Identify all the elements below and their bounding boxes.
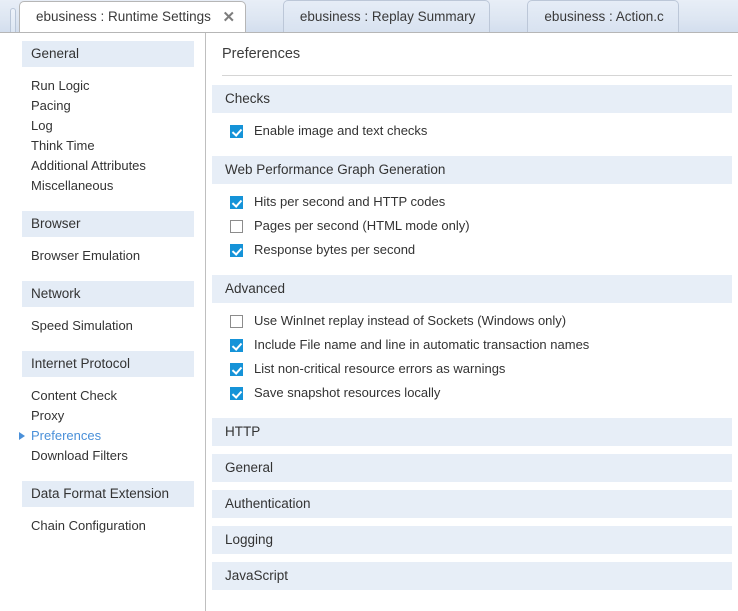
section-header-web-performance-graph-generation[interactable]: Web Performance Graph Generation [212, 156, 732, 184]
sidebar-group-items: Chain Configuration [0, 507, 205, 536]
sidebar-item-label: Think Time [31, 138, 95, 153]
sidebar-item-label: Run Logic [31, 78, 90, 93]
sidebar-item-label: Proxy [31, 408, 65, 423]
option-list: Use WinInet replay instead of Sockets (W… [206, 303, 738, 410]
tab-label: ebusiness : Replay Summary [299, 8, 476, 24]
option-label: Use WinInet replay instead of Sockets (W… [254, 313, 567, 328]
option-row[interactable]: Include File name and line in automatic … [206, 333, 738, 357]
sidebar-group-header-general: General [22, 41, 194, 67]
tab-label: ebusiness : Action.c [544, 8, 664, 24]
section-header-checks[interactable]: Checks [212, 85, 732, 113]
sidebar-item-label: Preferences [31, 428, 102, 443]
checkbox-checked-icon[interactable] [230, 338, 243, 352]
sidebar-item-label: Log [31, 118, 53, 133]
checkbox-checked-icon[interactable] [230, 386, 243, 400]
sidebar-item-miscellaneous[interactable]: Miscellaneous [0, 176, 205, 196]
option-row[interactable]: Pages per second (HTML mode only) [206, 214, 738, 238]
tab-2[interactable]: ebusiness : Replay Summary [282, 0, 491, 32]
checkbox-checked-icon[interactable] [230, 362, 243, 376]
tab-strip-left-stub [10, 8, 16, 32]
tab-1[interactable]: ebusiness : Runtime Settings ✕ [19, 1, 246, 32]
sidebar-item-speed-simulation[interactable]: Speed Simulation [0, 316, 205, 336]
sidebar-item-label: Chain Configuration [31, 518, 146, 533]
sidebar-group-header-data-format-extension: Data Format Extension [22, 481, 194, 507]
preferences-panel: Preferences Checks Enable image and text … [206, 33, 738, 611]
sidebar-item-additional-attributes[interactable]: Additional Attributes [0, 156, 205, 176]
settings-category-sidebar: General Run Logic Pacing Log Think Time Addit… [0, 33, 206, 611]
sidebar-group-items: Speed Simulation [0, 307, 205, 336]
option-label: Pages per second (HTML mode only) [254, 218, 470, 233]
caret-right-icon [19, 432, 25, 440]
sidebar-item-label: Content Check [31, 388, 117, 403]
workspace: General Run Logic Pacing Log Think Time Addit… [0, 33, 738, 611]
option-label: Enable image and text checks [254, 123, 428, 138]
section-header-authentication[interactable]: Authentication [212, 490, 732, 518]
sidebar-group-header-browser: Browser [22, 211, 194, 237]
sidebar-item-label: Download Filters [31, 448, 128, 463]
page-title: Preferences [222, 46, 301, 62]
sidebar-group-items: Run Logic Pacing Log Think Time Additional A… [0, 67, 205, 196]
sidebar-item-log[interactable]: Log [0, 116, 205, 136]
sidebar-item-run-logic[interactable]: Run Logic [0, 76, 205, 96]
sidebar-item-pacing[interactable]: Pacing [0, 96, 205, 116]
option-row[interactable]: Use WinInet replay instead of Sockets (W… [206, 309, 738, 333]
section-header-logging[interactable]: Logging [212, 526, 732, 554]
sidebar-item-content-check[interactable]: Content Check [0, 386, 205, 406]
title-divider [222, 75, 732, 76]
sidebar-item-preferences[interactable]: Preferences [0, 426, 205, 446]
tab-3[interactable]: ebusiness : Action.c [527, 0, 679, 32]
checkbox-checked-icon[interactable] [230, 124, 243, 138]
option-row[interactable]: Enable image and text checks [206, 119, 738, 143]
sidebar-item-think-time[interactable]: Think Time [0, 136, 205, 156]
option-list: Hits per second and HTTP codes Pages per … [206, 184, 738, 267]
section-header-advanced[interactable]: Advanced [212, 275, 732, 303]
option-label: Hits per second and HTTP codes [254, 194, 446, 209]
tab-label: ebusiness : Runtime Settings [36, 9, 211, 25]
section-header-javascript[interactable]: JavaScript [212, 562, 732, 590]
option-row[interactable]: Response bytes per second [206, 238, 738, 262]
sidebar-item-label: Additional Attributes [31, 158, 146, 173]
checkbox-unchecked-icon[interactable] [230, 219, 243, 233]
tab-bar: ebusiness : Runtime Settings ✕ ebusiness :… [0, 0, 738, 33]
section-header-http[interactable]: HTTP [212, 418, 732, 446]
sidebar-group-items: Browser Emulation [0, 237, 205, 266]
sidebar-item-label: Speed Simulation [31, 318, 133, 333]
sidebar-group-items: Content Check Proxy Preferences Download Fi… [0, 377, 205, 466]
sidebar-item-proxy[interactable]: Proxy [0, 406, 205, 426]
sidebar-item-label: Pacing [31, 98, 71, 113]
sidebar-item-chain-configuration[interactable]: Chain Configuration [0, 516, 205, 536]
checkbox-checked-icon[interactable] [230, 195, 243, 209]
option-row[interactable]: List non-critical resource errors as war… [206, 357, 738, 381]
sidebar-group-header-network: Network [22, 281, 194, 307]
option-label: Include File name and line in automatic … [254, 337, 590, 352]
sidebar-item-browser-emulation[interactable]: Browser Emulation [0, 246, 205, 266]
sidebar-group-header-internet-protocol: Internet Protocol [22, 351, 194, 377]
option-label: Response bytes per second [254, 242, 416, 257]
checkbox-checked-icon[interactable] [230, 243, 243, 257]
checkbox-unchecked-icon[interactable] [230, 314, 243, 328]
close-icon[interactable]: ✕ [221, 9, 237, 25]
sidebar-item-download-filters[interactable]: Download Filters [0, 446, 205, 466]
section-header-general[interactable]: General [212, 454, 732, 482]
option-label: Save snapshot resources locally [254, 385, 441, 400]
option-row[interactable]: Save snapshot resources locally [206, 381, 738, 405]
option-label: List non-critical resource errors as war… [254, 361, 506, 376]
option-list: Enable image and text checks [206, 113, 738, 148]
option-row[interactable]: Hits per second and HTTP codes [206, 190, 738, 214]
sidebar-item-label: Miscellaneous [31, 178, 114, 193]
sidebar-item-label: Browser Emulation [31, 248, 141, 263]
